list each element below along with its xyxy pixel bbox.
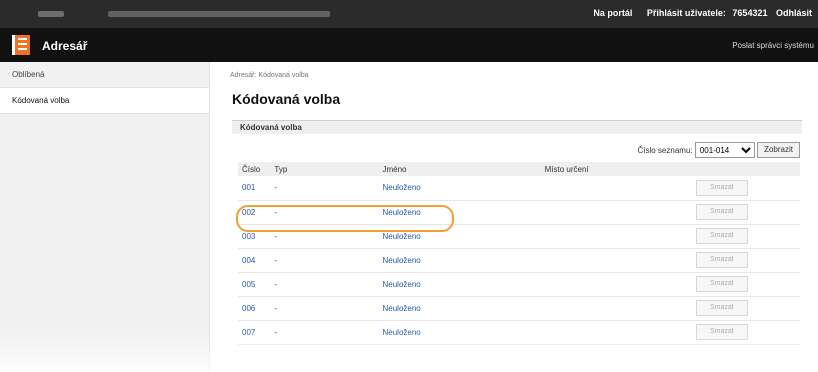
row-actions: Smazat (691, 248, 800, 273)
entry-number-link[interactable]: 001 (242, 183, 255, 192)
row-destination (540, 224, 692, 249)
table-row: 002 - Neuloženo Smazat (238, 200, 800, 225)
entry-number-link[interactable]: 004 (242, 256, 255, 265)
main-content: Adresář: Kódovaná volba Kódovaná volba K… (230, 62, 818, 372)
address-book-icon (12, 35, 30, 55)
col-number: Číslo (238, 162, 271, 176)
row-number: 002 (238, 200, 271, 225)
breadcrumb: Adresář: Kódovaná volba (230, 72, 309, 79)
col-destination: Místo určení (540, 162, 692, 176)
col-actions (691, 162, 800, 176)
row-number: 001 (238, 176, 271, 201)
entry-number-link[interactable]: 006 (242, 304, 255, 313)
row-name: Neuloženo (378, 296, 541, 321)
col-name: Jméno (378, 162, 541, 176)
row-number: 004 (238, 248, 271, 273)
delete-button[interactable]: Smazat (695, 204, 748, 220)
table-row: 005 - Neuloženo Smazat (238, 272, 800, 297)
row-actions: Smazat (691, 224, 800, 249)
row-number: 007 (238, 320, 271, 345)
table-row: 007 - Neuloženo Smazat (238, 320, 800, 345)
row-destination (540, 272, 692, 297)
row-actions: Smazat (691, 272, 800, 297)
row-actions: Smazat (691, 320, 800, 345)
blurred-text (108, 11, 330, 17)
row-number: 005 (238, 272, 271, 297)
row-name: Neuloženo (378, 200, 541, 225)
delete-button[interactable]: Smazat (695, 300, 748, 316)
row-type: - (270, 176, 379, 201)
row-type: - (270, 200, 379, 225)
top-links: Na portál Přihlásit uživatele: 7654321 O… (581, 8, 812, 18)
row-destination (540, 176, 692, 201)
entry-number-link[interactable]: 003 (242, 232, 255, 241)
delete-button[interactable]: Smazat (695, 179, 748, 196)
row-destination (540, 248, 692, 273)
send-to-admin-link[interactable]: Poslat správci systému (732, 41, 814, 50)
row-type: - (270, 224, 379, 249)
row-destination (540, 296, 692, 321)
row-name: Neuloženo (378, 248, 541, 273)
list-number-row: Číslo seznamu: 001-014 Zobrazit (560, 142, 800, 160)
delete-button[interactable]: Smazat (695, 324, 748, 340)
row-number: 006 (238, 296, 271, 321)
page-title: Kódovaná volba (232, 91, 341, 107)
row-type: - (270, 320, 379, 345)
section-header: Kódovaná volba (232, 120, 802, 134)
delete-button[interactable]: Smazat (695, 276, 748, 292)
blurred-text (38, 11, 64, 17)
table-row: 004 - Neuloženo Smazat (238, 248, 800, 273)
col-type: Typ (270, 162, 379, 176)
sidebar: Oblíbená Kódovaná volba (0, 62, 210, 372)
table-row: 003 - Neuloženo Smazat (238, 224, 800, 249)
list-number-select[interactable]: 001-014 (694, 142, 755, 158)
entry-number-link[interactable]: 002 (242, 208, 255, 217)
row-actions: Smazat (691, 200, 800, 225)
row-number: 003 (238, 224, 271, 249)
row-type: - (270, 248, 379, 273)
row-type: - (270, 296, 379, 321)
sidebar-item-favorites[interactable]: Oblíbená (0, 62, 209, 88)
row-destination (540, 320, 692, 345)
table-header-row: Číslo Typ Jméno Místo určení (238, 162, 800, 176)
row-actions: Smazat (691, 176, 800, 201)
delete-button[interactable]: Smazat (695, 228, 748, 244)
list-number-label: Číslo seznamu: (637, 145, 693, 155)
row-actions: Smazat (691, 296, 800, 321)
table-row: 006 - Neuloženo Smazat (238, 296, 800, 321)
logout-link[interactable]: Odhlásit (776, 8, 812, 18)
row-name: Neuloženo (378, 272, 541, 297)
user-id: 7654321 (732, 8, 768, 18)
login-label: Přihlásit uživatele: (646, 8, 726, 18)
row-name: Neuloženo (378, 224, 541, 249)
app-title: Adresář (42, 39, 88, 53)
row-name: Neuloženo (378, 176, 541, 201)
row-type: - (270, 272, 379, 297)
sidebar-item-coded-dial[interactable]: Kódovaná volba (0, 88, 209, 114)
delete-button[interactable]: Smazat (695, 252, 748, 268)
row-destination (540, 200, 692, 225)
portal-link[interactable]: Na portál (593, 8, 632, 18)
show-button[interactable]: Zobrazit (757, 142, 800, 158)
row-name: Neuloženo (378, 320, 541, 345)
entry-number-link[interactable]: 007 (242, 328, 255, 337)
entry-number-link[interactable]: 005 (242, 280, 255, 289)
top-bar: Na portál Přihlásit uživatele: 7654321 O… (0, 0, 818, 28)
coded-dial-table: Číslo Typ Jméno Místo určení 001- Neulože… (238, 162, 800, 345)
table-row: 001 - Neuloženo Smazat (238, 176, 800, 201)
title-bar: Adresář Poslat správci systému (0, 28, 818, 62)
